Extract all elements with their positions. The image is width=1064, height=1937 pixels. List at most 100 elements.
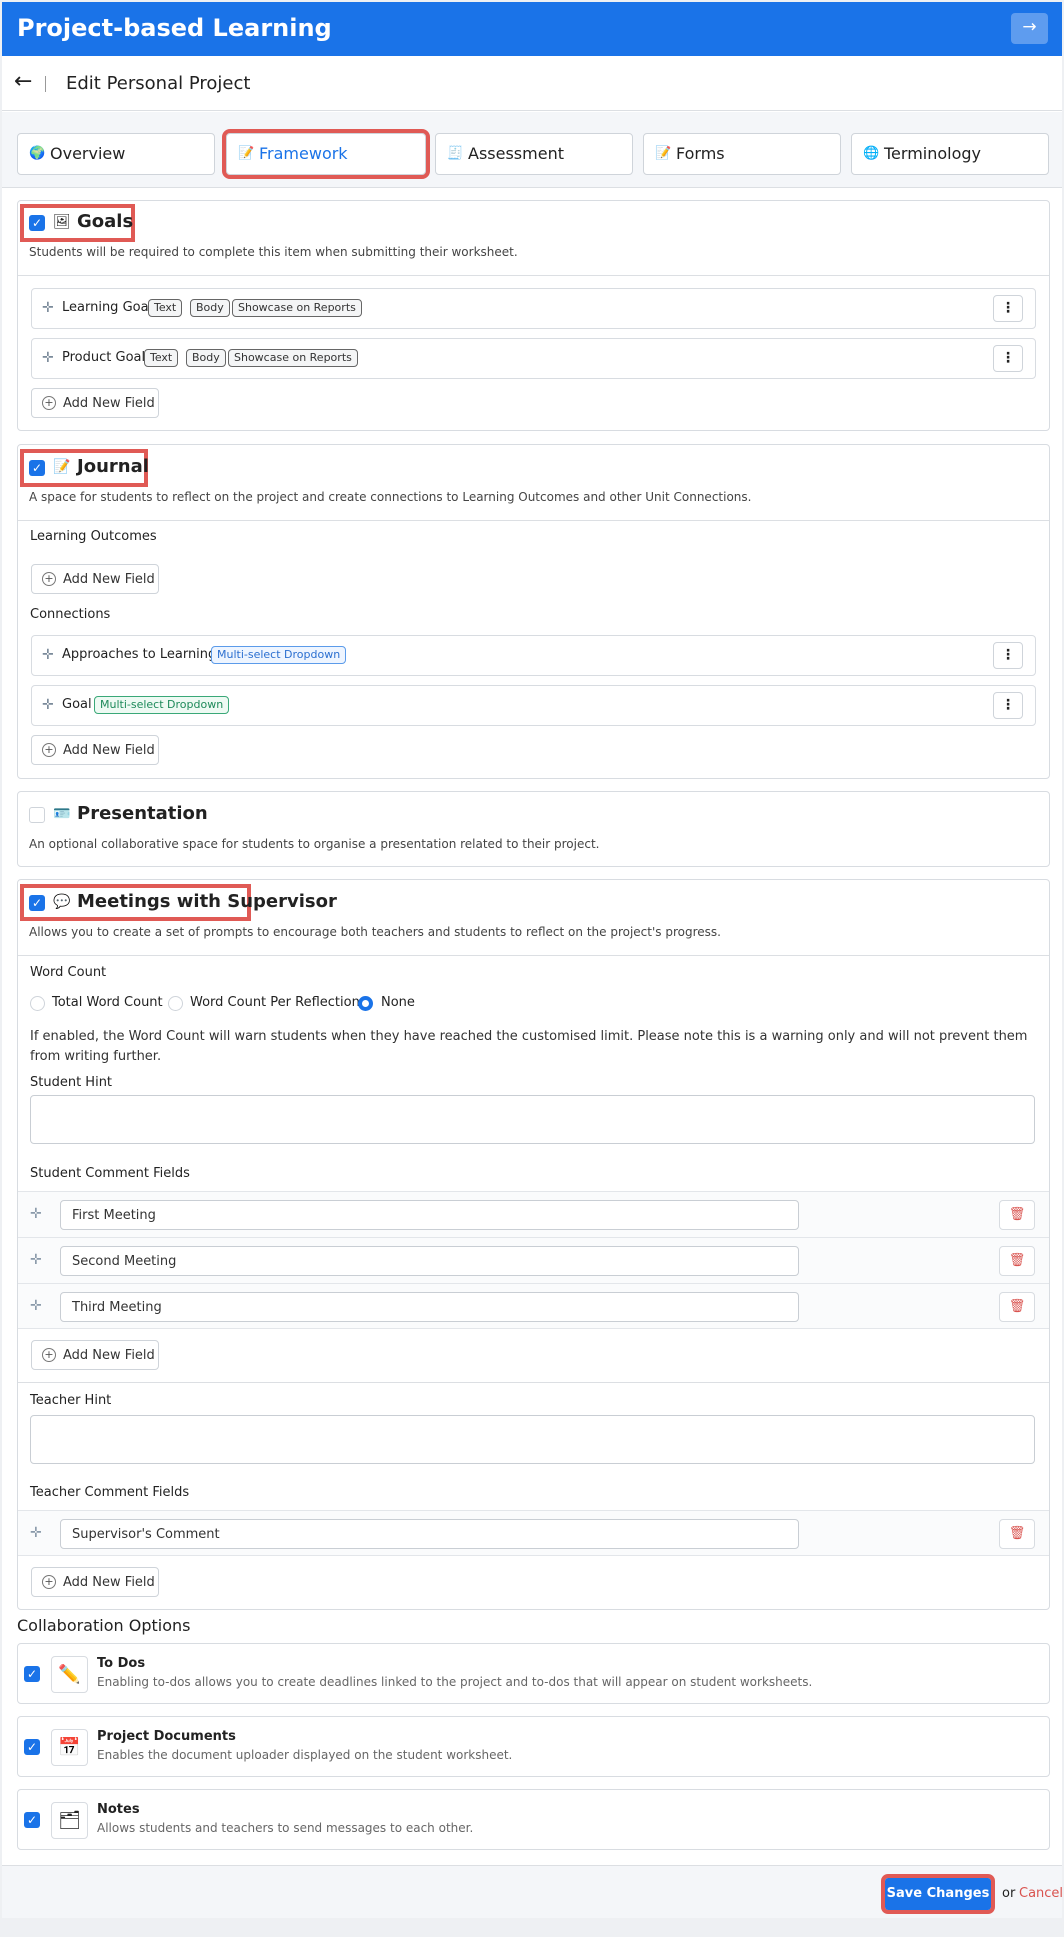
comment-field-input[interactable]: First Meeting	[60, 1200, 799, 1230]
more-options-icon[interactable]: ⋮	[993, 692, 1023, 719]
field-row[interactable]: ✛ Learning Goal Text Body Showcase on Re…	[31, 288, 1036, 329]
plus-circle-icon: +	[42, 743, 56, 757]
comment-field-input[interactable]: Second Meeting	[60, 1246, 799, 1276]
drag-handle-icon[interactable]: ✛	[42, 300, 54, 316]
meetings-section: ✓ 💬 Meetings with Supervisor Allows you …	[17, 879, 1050, 1610]
field-badge: Multi-select Dropdown	[211, 646, 347, 664]
notes-icon: 🗂	[51, 1802, 88, 1839]
field-badge: Showcase on Reports	[228, 349, 358, 367]
id-card-icon: 🪪	[53, 806, 71, 822]
save-changes-button[interactable]: Save Changes	[881, 1874, 995, 1914]
presentation-checkbox[interactable]	[29, 807, 45, 823]
todos-checkbox[interactable]: ✓	[24, 1666, 40, 1682]
journal-checkbox[interactable]: ✓	[29, 460, 45, 476]
collab-option-documents: ✓ 📅 Project Documents Enables the docume…	[17, 1716, 1050, 1777]
field-name: Goal	[62, 697, 92, 712]
add-field-button[interactable]: + Add New Field	[31, 388, 159, 418]
option-title: To Dos	[97, 1656, 146, 1671]
picture-icon: 🖼	[53, 214, 71, 230]
trash-icon[interactable]: 🗑	[999, 1519, 1035, 1549]
teacher-hint-label: Teacher Hint	[30, 1393, 112, 1408]
comment-field-row: ✛ First Meeting 🗑	[18, 1191, 1049, 1237]
calendar-icon: 📅	[51, 1729, 88, 1766]
section-description: An optional collaborative space for stud…	[29, 837, 600, 851]
goals-checkbox[interactable]: ✓	[29, 215, 45, 231]
tab-overview[interactable]: 🌍 Overview	[17, 133, 215, 175]
cancel-link[interactable]: Cancel	[1019, 1886, 1062, 1901]
tab-label: Assessment	[468, 144, 564, 163]
speech-bubble-icon: 💬	[53, 894, 71, 910]
student-hint-input[interactable]	[30, 1095, 1035, 1144]
page-title: Edit Personal Project	[66, 73, 251, 94]
trash-icon[interactable]: 🗑	[999, 1292, 1035, 1322]
comment-field-row: ✛ Supervisor's Comment 🗑	[18, 1510, 1049, 1556]
field-name: Product Goal	[62, 350, 146, 365]
comment-field-input[interactable]: Third Meeting	[60, 1292, 799, 1322]
notes-checkbox[interactable]: ✓	[24, 1812, 40, 1828]
tab-bar: 🌍 Overview 📝 Framework 🧾 Assessment 📝 Fo…	[2, 112, 1062, 188]
radio-label: Word Count Per Reflection	[190, 995, 360, 1010]
add-teacher-field-button[interactable]: + Add New Field	[31, 1567, 159, 1597]
drag-handle-icon[interactable]: ✛	[30, 1525, 42, 1541]
tab-label: Forms	[676, 144, 725, 163]
field-row[interactable]: ✛ Approaches to Learning Multi-select Dr…	[31, 635, 1036, 676]
add-student-field-button[interactable]: + Add New Field	[31, 1340, 159, 1370]
tab-terminology[interactable]: 🌐 Terminology	[851, 133, 1049, 175]
more-options-icon[interactable]: ⋮	[993, 345, 1023, 372]
drag-handle-icon[interactable]: ✛	[30, 1298, 42, 1314]
section-description: Students will be required to complete th…	[29, 245, 518, 259]
section-title: Meetings with Supervisor	[77, 891, 337, 912]
comment-field-row: ✛ Third Meeting 🗑	[18, 1283, 1049, 1329]
more-options-icon[interactable]: ⋮	[993, 642, 1023, 669]
memo-icon: 📝	[53, 459, 71, 475]
radio-word-count-per-reflection[interactable]	[168, 996, 183, 1011]
learning-outcomes-label: Learning Outcomes	[30, 529, 157, 544]
option-title: Notes	[97, 1802, 140, 1817]
add-outcome-button[interactable]: + Add New Field	[31, 564, 159, 594]
pencil-icon: ✏️	[51, 1656, 88, 1693]
trash-icon[interactable]: 🗑	[999, 1200, 1035, 1230]
memo-icon: 📝	[655, 146, 672, 161]
collab-option-todos: ✓ ✏️ To Dos Enabling to-dos allows you t…	[17, 1643, 1050, 1704]
comment-field-input[interactable]: Supervisor's Comment	[60, 1519, 799, 1549]
app-window: Project-based Learning → ← Edit Personal…	[2, 2, 1062, 1918]
meetings-checkbox[interactable]: ✓	[29, 895, 45, 911]
tab-framework[interactable]: 📝 Framework	[222, 129, 430, 179]
tab-label: Overview	[50, 144, 126, 163]
tab-forms[interactable]: 📝 Forms	[643, 133, 841, 175]
option-description: Enabling to-dos allows you to create dea…	[97, 1675, 813, 1689]
drag-handle-icon[interactable]: ✛	[42, 697, 54, 713]
drag-handle-icon[interactable]: ✛	[30, 1252, 42, 1268]
radio-total-word-count[interactable]	[30, 996, 45, 1011]
add-connection-button[interactable]: + Add New Field	[31, 735, 159, 765]
collab-option-notes: ✓ 🗂 Notes Allows students and teachers t…	[17, 1789, 1050, 1850]
section-description: A space for students to reflect on the p…	[29, 490, 752, 504]
field-row[interactable]: ✛ Goal Multi-select Dropdown ⋮	[31, 685, 1036, 726]
option-description: Allows students and teachers to send mes…	[97, 1821, 474, 1835]
tab-label: Terminology	[884, 144, 982, 163]
drag-handle-icon[interactable]: ✛	[30, 1206, 42, 1222]
option-title: Project Documents	[97, 1729, 236, 1744]
field-row[interactable]: ✛ Product Goal Text Body Showcase on Rep…	[31, 338, 1036, 379]
exit-button[interactable]: →	[1011, 13, 1048, 44]
teacher-comment-fields-label: Teacher Comment Fields	[30, 1485, 190, 1500]
comment-field-value: First Meeting	[72, 1208, 156, 1223]
add-field-label: Add New Field	[63, 396, 155, 411]
teacher-hint-input[interactable]	[30, 1415, 1035, 1464]
comment-field-value: Third Meeting	[72, 1300, 162, 1315]
drag-handle-icon[interactable]: ✛	[42, 350, 54, 366]
tab-assessment[interactable]: 🧾 Assessment	[435, 133, 633, 175]
back-arrow-icon[interactable]: ←	[14, 69, 32, 94]
word-count-label: Word Count	[30, 965, 107, 980]
trash-icon[interactable]: 🗑	[999, 1246, 1035, 1276]
drag-handle-icon[interactable]: ✛	[42, 647, 54, 663]
plus-circle-icon: +	[42, 1348, 56, 1362]
radio-none[interactable]	[358, 996, 373, 1011]
memo-icon: 📝	[238, 146, 255, 161]
comment-field-row: ✛ Second Meeting 🗑	[18, 1237, 1049, 1283]
more-options-icon[interactable]: ⋮	[993, 295, 1023, 322]
radio-label: Total Word Count	[52, 995, 163, 1010]
documents-checkbox[interactable]: ✓	[24, 1739, 40, 1755]
plus-circle-icon: +	[42, 1575, 56, 1589]
connections-label: Connections	[30, 607, 111, 622]
